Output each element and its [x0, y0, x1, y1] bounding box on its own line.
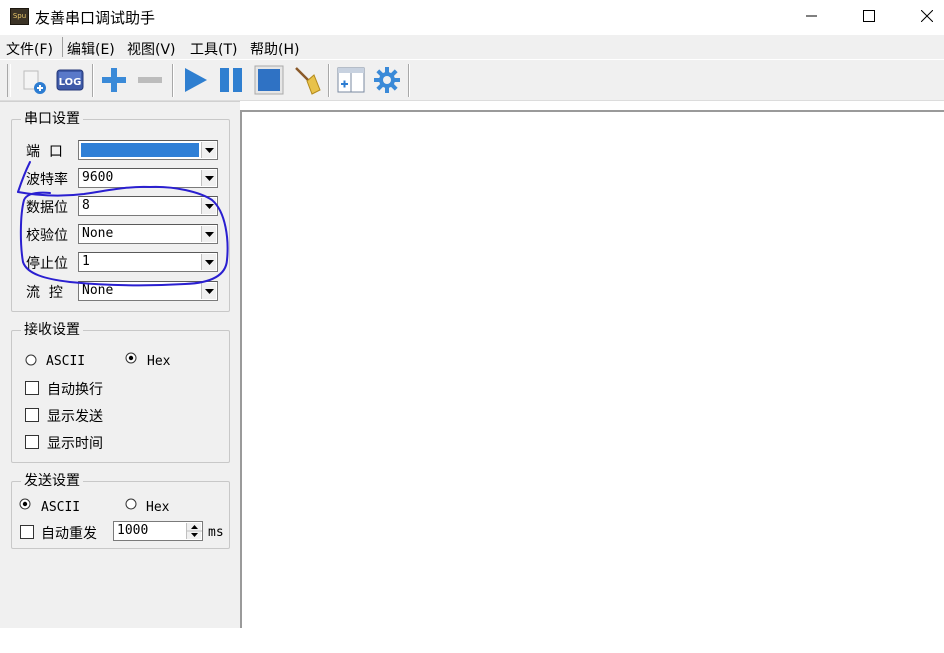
stopbits-label: 停止位 [26, 256, 68, 272]
chevron-down-icon[interactable] [201, 170, 216, 186]
menu-bar: 文件(F) 编辑(E) 视图(V) 工具(T) 帮助(H) [0, 35, 944, 59]
app-icon: Spu [10, 8, 29, 25]
receive-ascii-label[interactable]: ASCII [46, 354, 85, 369]
receive-settings-group: 接收设置 [11, 321, 230, 463]
port-label: 端 口 [26, 144, 63, 160]
flow-select[interactable]: None [78, 281, 218, 301]
receive-output-area[interactable] [240, 110, 944, 628]
settings-panel: 串口设置 端 口 波特率 9600 数据位 8 校验位 None 停止位 1 流… [0, 101, 240, 628]
parity-label: 校验位 [26, 228, 68, 244]
clear-broom-icon [295, 67, 321, 95]
flow-label: 流 控 [26, 285, 63, 301]
toolbar-divider [172, 64, 174, 97]
resend-interval-value[interactable]: 1000 [117, 523, 148, 538]
svg-text:LOG: LOG [59, 77, 82, 88]
toolbar-divider [328, 64, 330, 97]
port-select[interactable] [78, 140, 218, 160]
chevron-down-icon[interactable] [201, 198, 216, 214]
chevron-down-icon[interactable] [201, 226, 216, 242]
show-send-label[interactable]: 显示发送 [47, 406, 103, 426]
auto-wrap-checkbox[interactable] [25, 381, 39, 395]
maximize-icon [863, 10, 875, 22]
receive-ascii-radio[interactable] [25, 354, 37, 366]
interval-unit: ms [208, 525, 224, 540]
spinner-arrows-icon[interactable] [187, 523, 202, 539]
receive-hex-radio[interactable] [125, 352, 137, 364]
chevron-down-icon[interactable] [201, 283, 216, 299]
minimize-button[interactable] [789, 0, 835, 32]
settings-button[interactable] [370, 63, 404, 97]
menu-help[interactable]: 帮助(H) [250, 39, 299, 59]
send-ascii-label[interactable]: ASCII [41, 500, 80, 515]
send-hex-label[interactable]: Hex [146, 500, 169, 515]
close-icon [921, 10, 933, 22]
close-button[interactable] [904, 0, 944, 32]
port-select-highlight [81, 143, 199, 157]
send-ascii-radio[interactable] [19, 498, 31, 510]
resend-interval-spinner[interactable]: 1000 [113, 521, 203, 541]
log-icon: LOG [56, 69, 84, 91]
remove-icon [138, 77, 162, 83]
stop-icon [254, 65, 284, 95]
receive-settings-title: 接收设置 [21, 321, 83, 339]
toolbar-divider [408, 64, 410, 97]
serial-settings-title: 串口设置 [21, 110, 83, 128]
new-connection-button[interactable] [17, 63, 51, 97]
show-send-checkbox[interactable] [25, 408, 39, 422]
databits-value: 8 [82, 198, 90, 213]
add-icon [102, 68, 126, 92]
chevron-down-icon[interactable] [201, 254, 216, 270]
maximize-button[interactable] [846, 0, 892, 32]
window-title: 友善串口调试助手 [35, 9, 156, 27]
menu-tools[interactable]: 工具(T) [190, 39, 237, 59]
auto-wrap-label[interactable]: 自动换行 [47, 379, 103, 399]
play-icon [185, 68, 207, 92]
start-button[interactable] [178, 63, 212, 97]
send-settings-title: 发送设置 [21, 472, 83, 490]
databits-select[interactable]: 8 [78, 196, 218, 216]
receive-hex-label[interactable]: Hex [147, 354, 170, 369]
baud-select[interactable]: 9600 [78, 168, 218, 188]
toolbar-grip[interactable] [7, 64, 11, 97]
pause-button[interactable] [214, 63, 248, 97]
menu-divider [62, 37, 63, 57]
databits-label: 数据位 [26, 200, 68, 216]
add-window-button[interactable] [334, 63, 368, 97]
auto-resend-checkbox[interactable] [20, 525, 34, 539]
pause-icon [220, 68, 242, 92]
baud-label: 波特率 [26, 172, 68, 188]
stop-button[interactable] [252, 63, 286, 97]
flow-value: None [82, 283, 114, 298]
add-button[interactable] [97, 63, 131, 97]
toolbar-divider [92, 64, 94, 97]
chevron-down-icon[interactable] [201, 142, 216, 158]
show-time-label[interactable]: 显示时间 [47, 433, 103, 453]
toolbar: LOG [0, 60, 944, 101]
show-time-checkbox[interactable] [25, 435, 39, 449]
menu-file[interactable]: 文件(F) [6, 39, 53, 59]
menu-view[interactable]: 视图(V) [127, 39, 176, 59]
add-window-icon [337, 67, 365, 93]
auto-resend-label[interactable]: 自动重发 [41, 523, 97, 543]
log-button[interactable]: LOG [53, 63, 87, 97]
menu-edit[interactable]: 编辑(E) [67, 39, 115, 59]
title-bar: Spu 友善串口调试助手 [0, 0, 944, 34]
settings-gear-icon [374, 67, 400, 93]
baud-value: 9600 [82, 170, 114, 185]
parity-select[interactable]: None [78, 224, 218, 244]
minimize-icon [806, 15, 817, 17]
stopbits-select[interactable]: 1 [78, 252, 218, 272]
stopbits-value: 1 [82, 254, 90, 269]
send-hex-radio[interactable] [125, 498, 137, 510]
spinner-buttons[interactable] [186, 523, 202, 539]
clear-button[interactable] [289, 63, 323, 97]
parity-value: None [82, 226, 114, 241]
remove-button[interactable] [133, 63, 167, 97]
new-connection-icon [23, 70, 46, 94]
